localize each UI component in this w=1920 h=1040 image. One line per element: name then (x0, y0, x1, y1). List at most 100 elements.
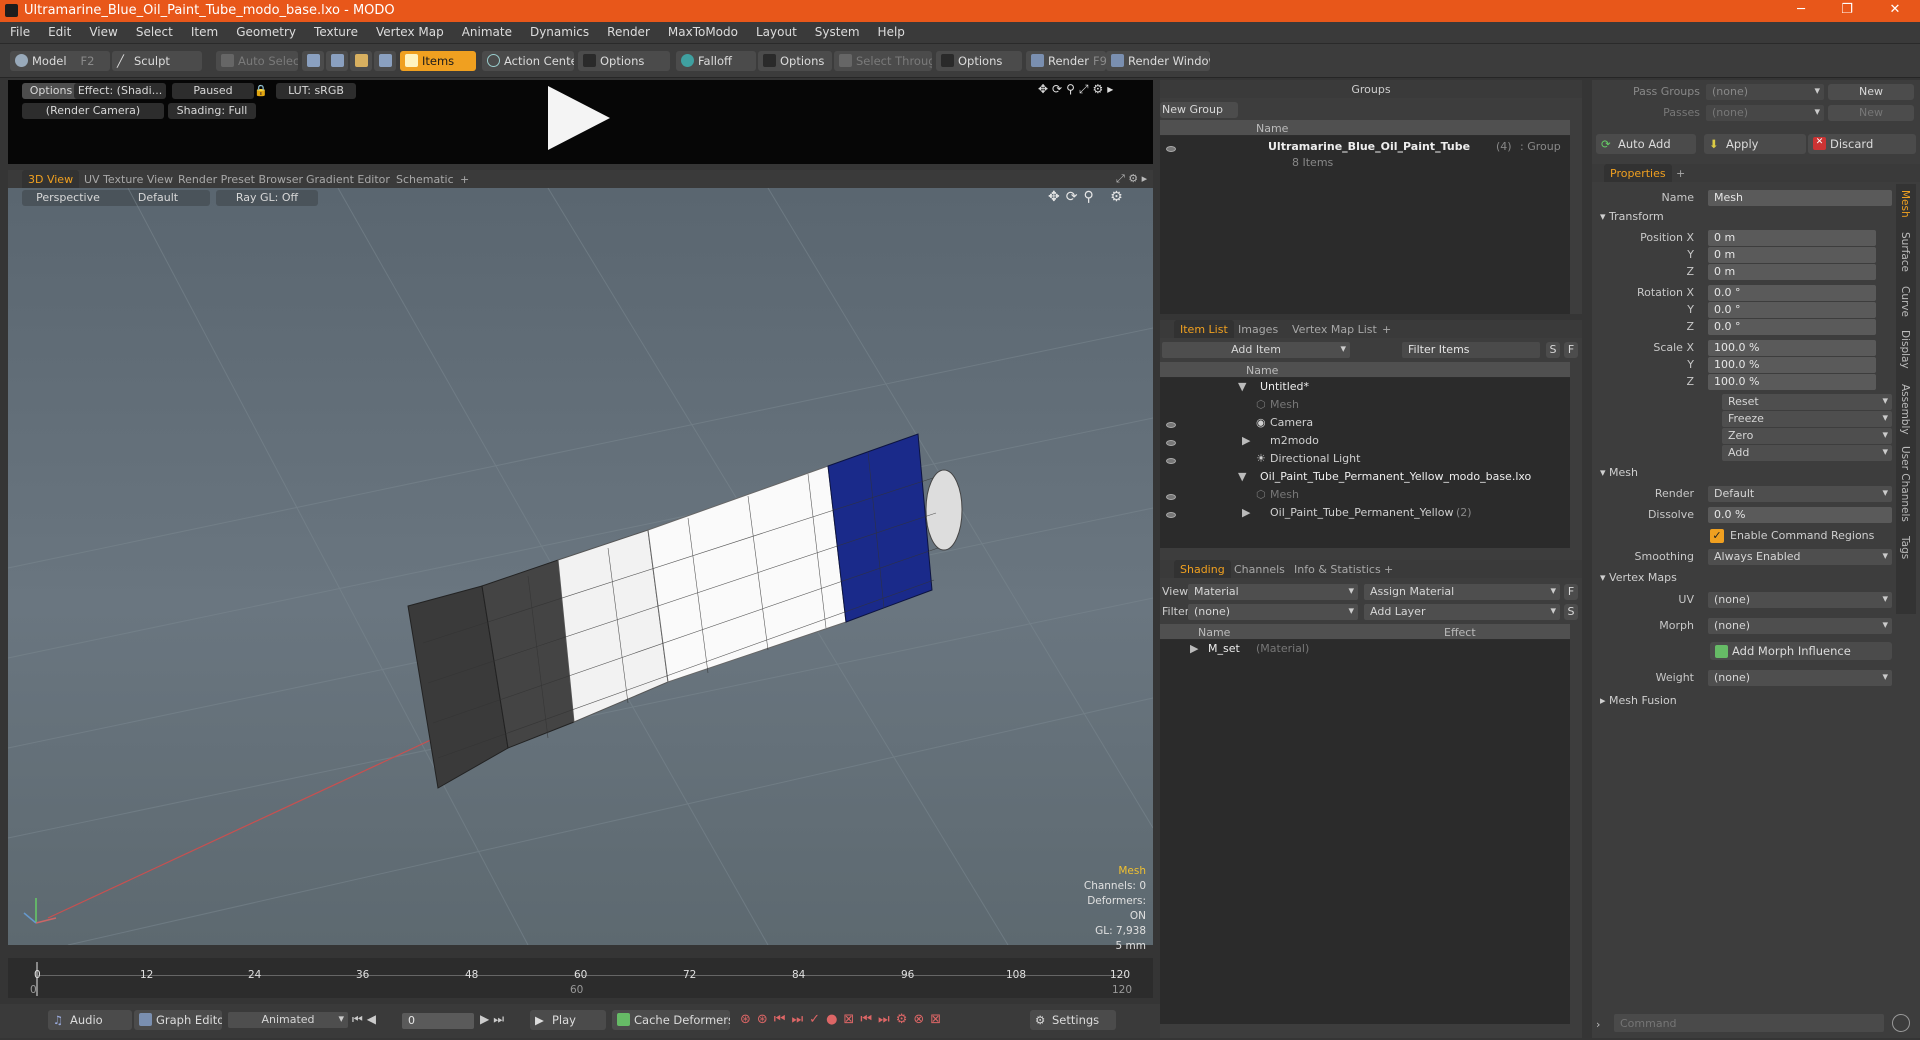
preview-paused-button[interactable]: Paused (172, 83, 254, 99)
smoothing-dropdown[interactable]: Always Enabled (1708, 549, 1892, 565)
rotation-z-input[interactable]: 0.0 ° (1708, 319, 1876, 335)
add-morph-influence-button[interactable]: Add Morph Influence (1710, 642, 1892, 660)
preview-shading-dropdown[interactable]: Shading: Full (168, 103, 256, 119)
menu-view[interactable]: View (79, 22, 125, 39)
add-item-dropdown[interactable]: Add Item (1162, 342, 1350, 358)
tab-info-statistics[interactable]: Info & Statistics (1288, 560, 1387, 578)
items-mode-button[interactable]: Items (400, 51, 476, 71)
menu-item[interactable]: Item (181, 22, 226, 39)
enable-command-regions-checkbox[interactable]: ✓ (1710, 529, 1724, 543)
side-tab-assembly[interactable]: Assembly (1899, 384, 1911, 435)
passes-dropdown[interactable]: (none) (1706, 105, 1824, 121)
tab-uv-texture-view[interactable]: UV Texture View (78, 170, 179, 188)
new-pass-group-button[interactable]: New (1828, 84, 1914, 100)
filter-dropdown[interactable]: (none) (1188, 604, 1358, 620)
visibility-eye-icon[interactable] (1166, 494, 1176, 500)
materials-mode-button[interactable] (374, 51, 396, 71)
maximize-button[interactable]: ❐ (1832, 2, 1862, 20)
shader-row-m-set[interactable]: ▶ M_set (Material) (1160, 642, 1570, 660)
visibility-eye-icon[interactable] (1166, 512, 1176, 518)
add-panel-tab-button[interactable]: + (1376, 320, 1397, 338)
auto-add-button[interactable]: ⟳ Auto Add (1596, 134, 1696, 154)
position-x-input[interactable]: 0 m (1708, 230, 1876, 246)
skip-back-icons[interactable]: ⏮◀ (352, 1012, 380, 1027)
reset-dropdown[interactable]: Reset (1722, 394, 1892, 410)
dissolve-input[interactable]: 0.0 % (1708, 507, 1892, 523)
visibility-eye-icon[interactable] (1166, 422, 1176, 428)
menu-geometry[interactable]: Geometry (226, 22, 304, 39)
preview-options-button[interactable]: Options (22, 83, 80, 99)
new-group-button[interactable]: New Group (1160, 102, 1238, 118)
item-row-directional-light[interactable]: ☀ Directional Light (1160, 452, 1570, 470)
add-shading-tab-button[interactable]: + (1378, 560, 1399, 578)
new-pass-button[interactable]: New (1828, 105, 1914, 121)
shading-f-button[interactable]: F (1564, 584, 1578, 600)
pass-groups-dropdown[interactable]: (none) (1706, 84, 1824, 100)
preview-lut-dropdown[interactable]: LUT: sRGB (276, 83, 356, 99)
menu-select[interactable]: Select (126, 22, 181, 39)
transform-section[interactable]: ▾ Transform (1600, 210, 1664, 223)
cache-deformers-button[interactable]: Cache Deformers (612, 1010, 730, 1030)
tab-render-preset-browser[interactable]: Render Preset Browser (172, 170, 309, 188)
edges-mode-button[interactable] (326, 51, 348, 71)
auto-select-button[interactable]: Auto Select (216, 51, 298, 71)
expand-arrow-icon[interactable]: ▶ (1242, 434, 1250, 447)
model-mode-button[interactable]: Model F2 (10, 51, 110, 71)
menu-system[interactable]: System (805, 22, 868, 39)
menu-help[interactable]: Help (868, 22, 913, 39)
play-button[interactable]: ▶ Play (530, 1010, 606, 1030)
tab-3d-view[interactable]: 3D View (22, 170, 80, 188)
vertices-mode-button[interactable] (302, 51, 324, 71)
preview-effect-dropdown[interactable]: Effect: (Shadi... (74, 83, 166, 99)
animated-dropdown[interactable]: Animated (228, 1012, 348, 1028)
render-dropdown[interactable]: Default (1708, 486, 1892, 502)
menu-maxtomodo[interactable]: MaxToModo (658, 22, 746, 39)
rotation-y-input[interactable]: 0.0 ° (1708, 302, 1876, 318)
menu-texture[interactable]: Texture (304, 22, 366, 39)
tab-shading[interactable]: Shading (1174, 560, 1231, 578)
preview-nav-icons[interactable]: ✥⟳⚲⤢⚙▸ (1038, 82, 1117, 97)
add-tab-button[interactable]: + (454, 170, 475, 188)
menu-animate[interactable]: Animate (452, 22, 520, 39)
item-row-mesh[interactable]: ⬡ Mesh (1160, 398, 1570, 416)
side-tab-display[interactable]: Display (1899, 330, 1911, 369)
tab-schematic[interactable]: Schematic (390, 170, 460, 188)
key-record-icons[interactable]: ⊛⊛⏮⏭✓●⊠⏮⏭⚙⊗⊠ (740, 1012, 947, 1027)
name-input[interactable]: Mesh (1708, 190, 1892, 206)
visibility-eye-icon[interactable] (1166, 440, 1176, 446)
command-input[interactable] (1614, 1014, 1884, 1032)
visibility-eye-icon[interactable] (1166, 146, 1176, 152)
3d-viewport[interactable]: Perspective Default Ray GL: Off ✥⟳⚲ ⚙ Me… (8, 188, 1153, 952)
lock-icon[interactable]: 🔒 (254, 84, 268, 97)
side-tab-curve[interactable]: Curve (1899, 286, 1911, 317)
shading-s-button[interactable]: S (1564, 604, 1578, 620)
item-row-permanent-yellow-scene[interactable]: ▼ Oil_Paint_Tube_Permanent_Yellow_modo_ba… (1160, 470, 1570, 488)
polygons-mode-button[interactable] (350, 51, 372, 71)
item-row-m2modo[interactable]: ▶ m2modo (1160, 434, 1570, 452)
weight-dropdown[interactable]: (none) (1708, 670, 1892, 686)
scale-z-input[interactable]: 100.0 % (1708, 374, 1876, 390)
menu-layout[interactable]: Layout (746, 22, 805, 39)
action-center-options-button[interactable]: Options (578, 51, 670, 71)
freeze-dropdown[interactable]: Freeze (1722, 411, 1892, 427)
zero-dropdown[interactable]: Zero (1722, 428, 1892, 444)
tab-gradient-editor[interactable]: Gradient Editor (300, 170, 396, 188)
add-transform-dropdown[interactable]: Add (1722, 445, 1892, 461)
scale-y-input[interactable]: 100.0 % (1708, 357, 1876, 373)
minimize-button[interactable]: ─ (1786, 2, 1816, 20)
filter-items-input[interactable]: Filter Items (1402, 342, 1540, 358)
uv-dropdown[interactable]: (none) (1708, 592, 1892, 608)
expand-arrow-icon[interactable]: ▶ (1190, 642, 1198, 655)
mesh-section[interactable]: ▾ Mesh (1600, 466, 1638, 479)
tab-channels[interactable]: Channels (1228, 560, 1291, 578)
visibility-eye-icon[interactable] (1166, 458, 1176, 464)
filter-f-button[interactable]: F (1564, 342, 1578, 358)
position-z-input[interactable]: 0 m (1708, 264, 1876, 280)
item-row-camera[interactable]: ◉ Camera (1160, 416, 1570, 434)
expand-arrow-icon[interactable]: ▼ (1238, 380, 1246, 393)
sculpt-mode-button[interactable]: ╱ Sculpt (112, 51, 202, 71)
falloff-button[interactable]: Falloff (676, 51, 756, 71)
audio-button[interactable]: ♫ Audio (48, 1010, 132, 1030)
add-properties-tab-button[interactable]: + (1670, 164, 1691, 182)
side-tab-surface[interactable]: Surface (1899, 232, 1911, 272)
